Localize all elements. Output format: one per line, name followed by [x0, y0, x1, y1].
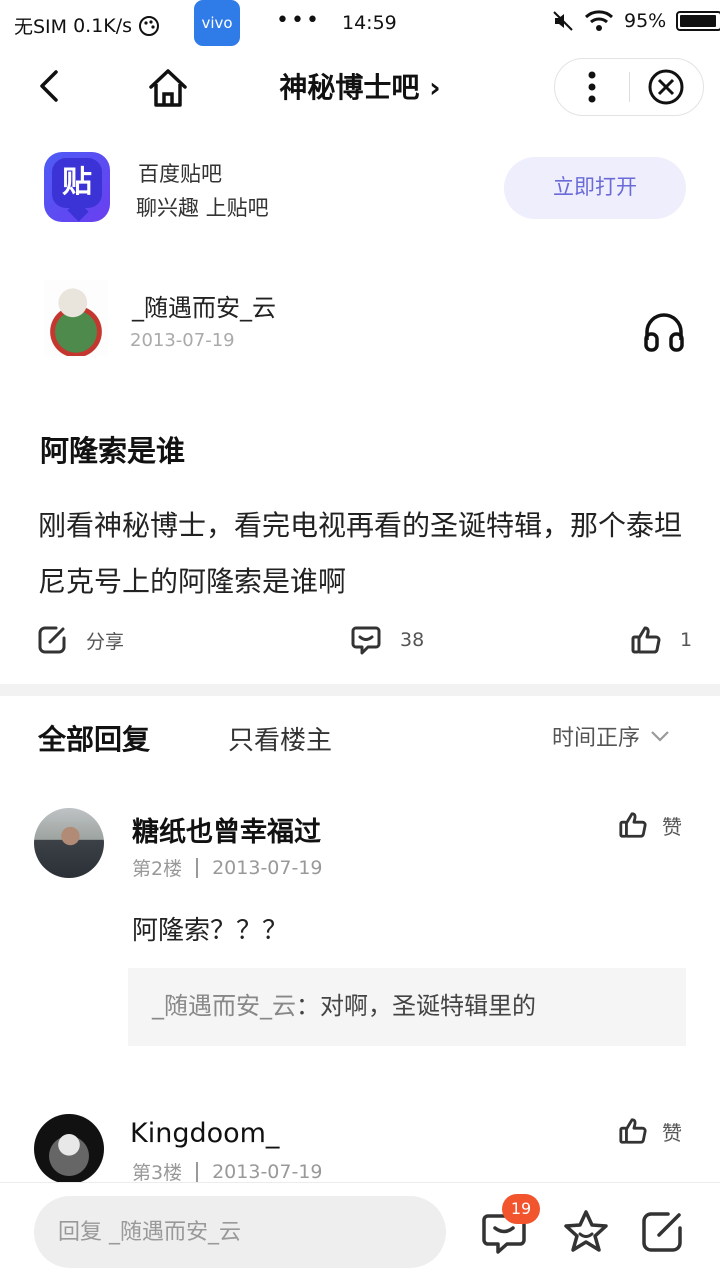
post-body: 刚看神秘博士，看完电视再看的圣诞特辑，那个泰坦尼克号上的阿隆索是谁啊: [38, 509, 683, 598]
tab-all-replies[interactable]: 全部回复: [38, 718, 150, 758]
share-button[interactable]: 分享: [36, 624, 124, 656]
reply-meta: 第2楼 2013-07-19: [132, 854, 323, 881]
share-icon: [38, 626, 66, 654]
post-title: 阿隆索是谁: [40, 434, 186, 468]
meta-separator: [196, 857, 199, 878]
comment-icon: [351, 626, 381, 655]
section-divider: [0, 684, 720, 696]
status-bar: 无SIM 0.1K/s vivo ••• 14:59 95%: [0, 0, 720, 48]
battery-percent: 95%: [624, 10, 667, 32]
close-icon: [648, 69, 684, 105]
reply-input[interactable]: [34, 1196, 446, 1268]
post-date: 2013-07-19: [130, 330, 235, 351]
network-speed: 0.1K/s: [73, 14, 133, 37]
sort-dropdown[interactable]: 时间正序: [552, 720, 670, 752]
comment-count: 38: [400, 629, 425, 651]
author-name[interactable]: _随遇而安_云: [132, 288, 276, 323]
sim-status: 无SIM: [14, 16, 68, 38]
app-name: 百度贴吧: [138, 162, 222, 186]
meta-separator: [196, 1161, 199, 1182]
more-vertical-icon: [588, 71, 596, 103]
mute-icon: [553, 11, 573, 31]
reply-date: 2013-07-19: [212, 856, 323, 879]
clock: 14:59: [342, 12, 397, 34]
vivo-app-icon: vivo: [194, 0, 240, 46]
star-icon[interactable]: [562, 1208, 610, 1256]
reply-like-button[interactable]: 赞: [618, 1116, 682, 1146]
more-notifications-icon: •••: [276, 8, 321, 33]
headphones-icon[interactable]: [642, 312, 686, 352]
back-arrow-icon[interactable]: [30, 66, 70, 106]
battery-fill: [680, 15, 717, 27]
reply-like-button[interactable]: 赞: [618, 810, 682, 840]
status-right: 95%: [552, 10, 720, 32]
status-left: 无SIM 0.1K/s: [14, 12, 160, 39]
home-icon[interactable]: [146, 66, 190, 110]
like-count: 1: [680, 629, 693, 651]
sub-reply-box[interactable]: _随遇而安_云：对啊，圣诞特辑里的: [128, 968, 686, 1046]
chevron-right-icon: ›: [429, 71, 441, 104]
sub-reply-text: 对啊，圣诞特辑里的: [320, 992, 536, 1020]
close-button[interactable]: [630, 59, 704, 115]
thumbs-up-icon: [631, 626, 661, 654]
reply-avatar[interactable]: [34, 1114, 104, 1184]
thumbs-up-icon: [619, 812, 647, 838]
reply-floor: 第2楼: [132, 858, 183, 880]
reply-author[interactable]: Kingdoom_: [130, 1118, 279, 1149]
tieba-app-icon: 贴: [44, 152, 110, 222]
comment-badge: 19: [502, 1194, 540, 1224]
like-button[interactable]: 1: [630, 624, 692, 656]
reply-text: 阿隆索？？？: [132, 916, 289, 946]
reply-meta: 第3楼 2013-07-19: [132, 1158, 323, 1185]
reply-floor: 第3楼: [132, 1162, 183, 1184]
app-slogan: 聊兴趣 上贴吧: [136, 196, 269, 220]
thumbs-up-icon: [619, 1118, 647, 1144]
share-label: 分享: [86, 630, 125, 653]
app-icon-glyph: 贴: [52, 158, 102, 208]
more-button[interactable]: [555, 59, 629, 115]
forum-title[interactable]: 神秘博士吧 ›: [230, 66, 490, 106]
wifi-icon: [584, 10, 614, 31]
reply-avatar[interactable]: [34, 808, 104, 878]
reply-author[interactable]: 糖纸也曾幸福过: [132, 810, 321, 849]
chevron-down-icon: [651, 731, 669, 742]
open-app-button[interactable]: 立即打开: [504, 157, 686, 219]
mini-program-capsule: [554, 58, 704, 116]
nav-bar: 神秘博士吧 ›: [0, 52, 720, 124]
forum-title-text: 神秘博士吧: [279, 71, 420, 104]
reply-like-label: 赞: [662, 1120, 682, 1145]
edit-icon[interactable]: [638, 1208, 686, 1256]
reply-like-label: 赞: [662, 814, 682, 839]
comment-button[interactable]: 38: [350, 624, 424, 656]
author-avatar[interactable]: [44, 280, 108, 356]
sub-reply-separator: ：: [296, 992, 320, 1020]
battery-icon: [676, 11, 720, 31]
tab-only-op[interactable]: 只看楼主: [228, 720, 332, 757]
sub-reply-author[interactable]: _随遇而安_云: [152, 992, 296, 1020]
palette-icon: [139, 15, 160, 36]
reply-date: 2013-07-19: [212, 1160, 323, 1183]
sort-label: 时间正序: [552, 726, 641, 751]
